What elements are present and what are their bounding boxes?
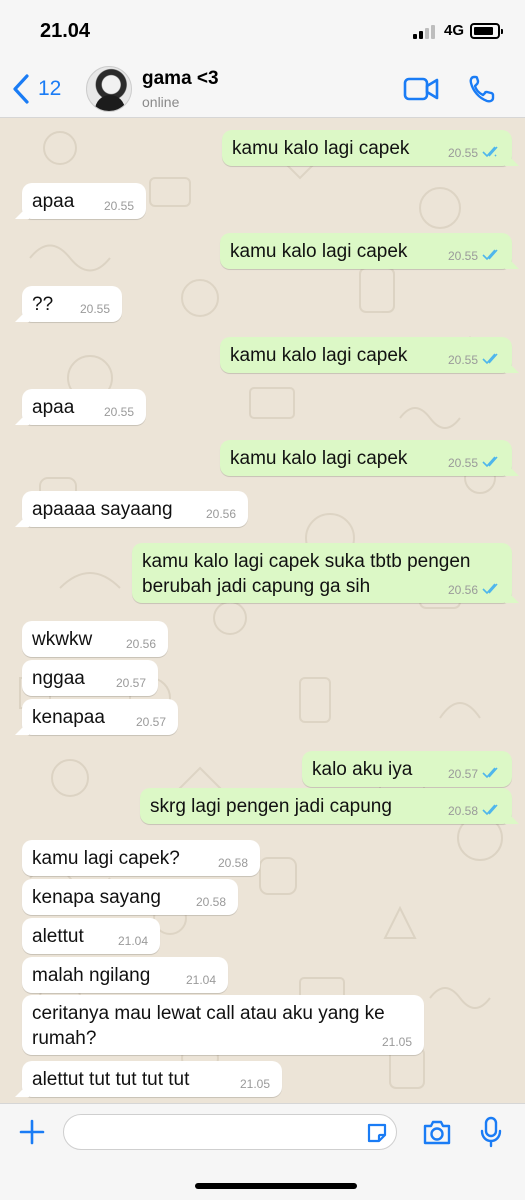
message-incoming[interactable]: alettut tut tut tut tut 21.05 bbox=[22, 1061, 282, 1097]
message-time: 20.56 bbox=[205, 507, 236, 521]
message-input[interactable] bbox=[63, 1114, 397, 1150]
message-text: kamu kalo lagi capek bbox=[230, 448, 408, 469]
video-call-button[interactable] bbox=[403, 76, 439, 102]
chat-area[interactable]: kamu kalo lagi capek 20.55 apaa 20.55 ka… bbox=[0, 118, 525, 1103]
status-time: 21.04 bbox=[40, 20, 91, 42]
message-text: kamu kalo lagi capek bbox=[230, 241, 408, 262]
message-time: 20.55 bbox=[447, 146, 478, 160]
message-time: 20.55 bbox=[79, 302, 110, 316]
message-time: 20.56 bbox=[125, 637, 156, 651]
message-incoming[interactable]: wkwkw 20.56 bbox=[22, 621, 168, 657]
double-check-icon bbox=[482, 804, 498, 816]
message-outgoing[interactable]: kalo aku iya 20.57 bbox=[302, 751, 512, 787]
signal-strength-icon bbox=[413, 25, 439, 39]
message-text: apaaaa sayaang bbox=[32, 499, 173, 520]
message-text: wkwkw bbox=[32, 629, 93, 650]
message-text: alettut bbox=[32, 926, 84, 947]
network-type: 4G bbox=[444, 22, 465, 39]
message-time: 20.57 bbox=[115, 676, 146, 690]
message-outgoing[interactable]: kamu kalo lagi capek 20.55 bbox=[220, 337, 512, 373]
message-text: skrg lagi pengen jadi capung bbox=[150, 796, 392, 817]
message-time: 21.04 bbox=[185, 973, 216, 987]
message-text: kamu kalo lagi capek bbox=[232, 138, 410, 159]
double-check-icon bbox=[482, 146, 498, 158]
message-text: alettut tut tut tut tut bbox=[32, 1069, 190, 1090]
unread-chats-count: 12 bbox=[38, 77, 62, 100]
sticker-icon[interactable] bbox=[365, 1121, 389, 1145]
message-outgoing[interactable]: skrg lagi pengen jadi capung 20.58 bbox=[140, 788, 512, 824]
message-time: 20.58 bbox=[195, 895, 226, 909]
message-incoming[interactable]: kenapa sayang 20.58 bbox=[22, 879, 238, 915]
message-incoming[interactable]: apaa 20.55 bbox=[22, 183, 146, 219]
message-outgoing[interactable]: kamu kalo lagi capek 20.55 bbox=[220, 233, 512, 269]
message-outgoing[interactable]: kamu kalo lagi capek suka tbtb pengen be… bbox=[132, 543, 512, 603]
message-time: 20.56 bbox=[447, 583, 478, 597]
message-text: kalo aku iya bbox=[312, 759, 413, 780]
message-text: ?? bbox=[32, 294, 54, 315]
message-incoming[interactable]: kamu lagi capek? 20.58 bbox=[22, 840, 260, 876]
message-text-line-2: berubah jadi capung ga sih bbox=[142, 576, 371, 597]
message-incoming[interactable]: ceritanya mau lewat call atau aku yang k… bbox=[22, 995, 424, 1055]
message-time: 20.55 bbox=[447, 249, 478, 263]
message-text-line-2: rumah? bbox=[32, 1028, 97, 1049]
message-incoming[interactable]: kenapaa 20.57 bbox=[22, 699, 178, 735]
message-text: apaa bbox=[32, 191, 75, 212]
message-time: 20.58 bbox=[217, 856, 248, 870]
plus-icon[interactable] bbox=[18, 1118, 46, 1146]
message-time: 21.05 bbox=[381, 1035, 412, 1049]
composer-bar bbox=[0, 1103, 525, 1200]
message-time: 20.58 bbox=[447, 804, 478, 818]
chat-header: 12 gama <3 online bbox=[0, 58, 525, 118]
message-text: kenapa sayang bbox=[32, 887, 161, 908]
message-text-line-1: kamu kalo lagi capek suka tbtb pengen bbox=[142, 551, 471, 572]
message-text: nggaa bbox=[32, 668, 85, 689]
status-bar: 21.04 4G bbox=[0, 0, 525, 58]
message-time: 20.57 bbox=[447, 767, 478, 781]
message-time: 20.55 bbox=[447, 353, 478, 367]
double-check-icon bbox=[482, 583, 498, 595]
battery-icon bbox=[470, 23, 503, 39]
message-incoming[interactable]: ?? 20.55 bbox=[22, 286, 122, 322]
voice-call-button[interactable] bbox=[468, 74, 496, 104]
double-check-icon bbox=[482, 767, 498, 779]
message-time: 21.04 bbox=[117, 934, 148, 948]
message-time: 20.55 bbox=[103, 199, 134, 213]
message-incoming[interactable]: malah ngilang 21.04 bbox=[22, 957, 228, 993]
message-incoming[interactable]: apaaaa sayaang 20.56 bbox=[22, 491, 248, 527]
double-check-icon bbox=[482, 249, 498, 261]
message-outgoing[interactable]: kamu kalo lagi capek 20.55 bbox=[220, 440, 512, 476]
message-text: kamu lagi capek? bbox=[32, 848, 180, 869]
message-incoming[interactable]: apaa 20.55 bbox=[22, 389, 146, 425]
chevron-left-icon bbox=[13, 74, 29, 104]
contact-status: online bbox=[142, 94, 180, 110]
message-text: kenapaa bbox=[32, 707, 105, 728]
home-indicator[interactable] bbox=[195, 1183, 357, 1189]
microphone-icon[interactable] bbox=[480, 1116, 502, 1148]
message-incoming[interactable]: alettut 21.04 bbox=[22, 918, 160, 954]
contact-name[interactable]: gama <3 bbox=[142, 68, 219, 90]
contact-avatar[interactable] bbox=[86, 66, 132, 112]
message-time: 21.05 bbox=[239, 1077, 270, 1091]
double-check-icon bbox=[482, 353, 498, 365]
message-text-line-1: ceritanya mau lewat call atau aku yang k… bbox=[32, 1003, 385, 1024]
message-text: kamu kalo lagi capek bbox=[230, 345, 408, 366]
message-time: 20.55 bbox=[447, 456, 478, 470]
message-text: apaa bbox=[32, 397, 75, 418]
message-outgoing[interactable]: kamu kalo lagi capek 20.55 bbox=[222, 130, 512, 166]
double-check-icon bbox=[482, 456, 498, 468]
camera-icon[interactable] bbox=[422, 1118, 452, 1146]
message-incoming[interactable]: nggaa 20.57 bbox=[22, 660, 158, 696]
message-time: 20.57 bbox=[135, 715, 166, 729]
back-button[interactable]: 12 bbox=[12, 72, 61, 106]
message-time: 20.55 bbox=[103, 405, 134, 419]
message-text: malah ngilang bbox=[32, 965, 151, 986]
